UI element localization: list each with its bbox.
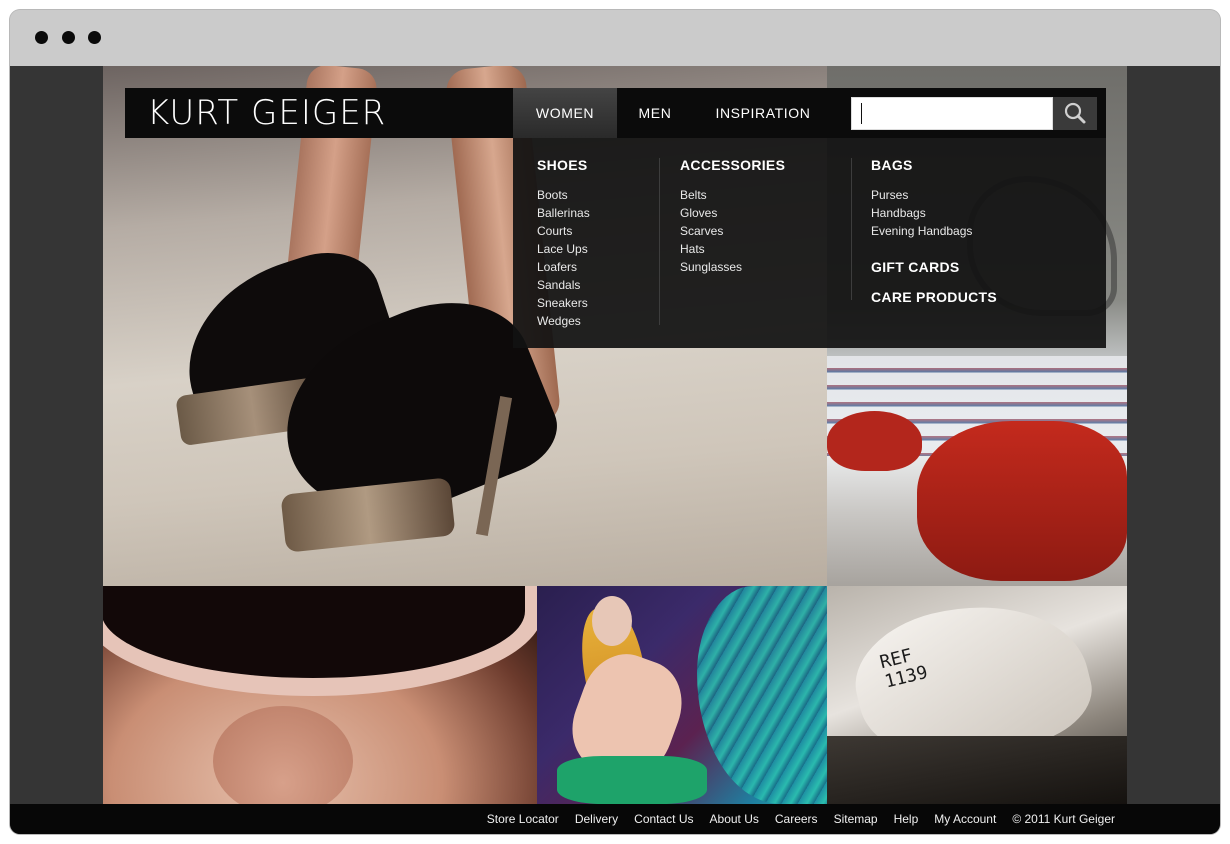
menu-link-gloves[interactable]: Gloves bbox=[680, 204, 850, 222]
menu-heading-accessories[interactable]: ACCESSORIES bbox=[680, 155, 850, 175]
search-input[interactable] bbox=[851, 97, 1053, 130]
menu-heading-shoes[interactable]: SHOES bbox=[537, 155, 657, 175]
menu-column-bags: BAGS Purses Handbags Evening Handbags GI… bbox=[871, 138, 1101, 307]
nav-men[interactable]: MEN bbox=[623, 88, 687, 138]
footer-link-store-locator[interactable]: Store Locator bbox=[487, 812, 559, 826]
footer-copyright: © 2011 Kurt Geiger bbox=[1012, 812, 1115, 826]
nav-inspiration[interactable]: INSPIRATION bbox=[701, 88, 825, 138]
menu-link-gift-cards[interactable]: GIFT CARDS bbox=[871, 257, 1101, 277]
site-footer: Store Locator Delivery Contact Us About … bbox=[10, 804, 1220, 834]
menu-link-handbags[interactable]: Handbags bbox=[871, 204, 1101, 222]
footer-link-delivery[interactable]: Delivery bbox=[575, 812, 618, 826]
green-shoes bbox=[557, 756, 707, 804]
menu-link-sunglasses[interactable]: Sunglasses bbox=[680, 258, 850, 276]
text-caret bbox=[861, 103, 862, 124]
footer-link-sitemap[interactable]: Sitemap bbox=[834, 812, 878, 826]
site-canvas: REF 1139 KURT GEIGER WOMEN MEN INSPIRATI… bbox=[103, 66, 1127, 834]
shoes-links: Boots Ballerinas Courts Lace Ups Loafers… bbox=[537, 186, 657, 330]
main-navigation: WOMEN MEN INSPIRATION bbox=[513, 88, 1106, 138]
shoe-last-workshop-image[interactable]: REF 1139 bbox=[827, 586, 1127, 804]
sunglasses-image[interactable] bbox=[103, 586, 537, 804]
menu-link-sandals[interactable]: Sandals bbox=[537, 276, 657, 294]
tools bbox=[827, 736, 1127, 804]
menu-link-ballerinas[interactable]: Ballerinas bbox=[537, 204, 657, 222]
window-close-dot[interactable] bbox=[35, 31, 48, 44]
menu-link-scarves[interactable]: Scarves bbox=[680, 222, 850, 240]
red-seat-right bbox=[917, 421, 1127, 581]
menu-link-purses[interactable]: Purses bbox=[871, 186, 1101, 204]
footer-link-contact-us[interactable]: Contact Us bbox=[634, 812, 693, 826]
menu-link-lace-ups[interactable]: Lace Ups bbox=[537, 240, 657, 258]
menu-link-boots[interactable]: Boots bbox=[537, 186, 657, 204]
window-maximize-dot[interactable] bbox=[88, 31, 101, 44]
brand-logo[interactable]: KURT GEIGER bbox=[147, 93, 386, 133]
heel-platform-right bbox=[280, 477, 456, 553]
footer-links: Store Locator Delivery Contact Us About … bbox=[471, 804, 1115, 834]
browser-window: REF 1139 KURT GEIGER WOMEN MEN INSPIRATI… bbox=[10, 10, 1220, 834]
menu-heading-bags[interactable]: BAGS bbox=[871, 155, 1101, 175]
footer-link-my-account[interactable]: My Account bbox=[934, 812, 996, 826]
menu-divider bbox=[659, 158, 660, 325]
footer-link-careers[interactable]: Careers bbox=[775, 812, 818, 826]
menu-link-evening-handbags[interactable]: Evening Handbags bbox=[871, 222, 1101, 240]
menu-column-shoes: SHOES Boots Ballerinas Courts Lace Ups L… bbox=[537, 138, 657, 330]
browser-viewport: REF 1139 KURT GEIGER WOMEN MEN INSPIRATI… bbox=[10, 66, 1220, 834]
nav-women[interactable]: WOMEN bbox=[513, 88, 617, 138]
glasses-lens bbox=[103, 586, 537, 696]
feather-plumes bbox=[697, 586, 827, 804]
nose bbox=[213, 706, 353, 804]
bags-links: Purses Handbags Evening Handbags bbox=[871, 186, 1101, 240]
women-mega-menu: SHOES Boots Ballerinas Courts Lace Ups L… bbox=[513, 138, 1106, 348]
footer-link-about-us[interactable]: About Us bbox=[710, 812, 759, 826]
menu-column-accessories: ACCESSORIES Belts Gloves Scarves Hats Su… bbox=[680, 138, 850, 276]
model-face bbox=[592, 596, 632, 646]
menu-divider bbox=[851, 158, 852, 300]
bags-extra-links: GIFT CARDS CARE PRODUCTS bbox=[871, 257, 1101, 307]
menu-link-courts[interactable]: Courts bbox=[537, 222, 657, 240]
footer-link-help[interactable]: Help bbox=[894, 812, 919, 826]
menu-link-care-products[interactable]: CARE PRODUCTS bbox=[871, 287, 1101, 307]
search-button[interactable] bbox=[1053, 97, 1097, 130]
menu-link-wedges[interactable]: Wedges bbox=[537, 312, 657, 330]
menu-link-belts[interactable]: Belts bbox=[680, 186, 850, 204]
search-icon bbox=[1064, 102, 1086, 124]
menu-link-hats[interactable]: Hats bbox=[680, 240, 850, 258]
browser-titlebar bbox=[10, 10, 1220, 66]
accessories-links: Belts Gloves Scarves Hats Sunglasses bbox=[680, 186, 850, 276]
window-minimize-dot[interactable] bbox=[62, 31, 75, 44]
model-image[interactable] bbox=[537, 586, 827, 804]
menu-link-sneakers[interactable]: Sneakers bbox=[537, 294, 657, 312]
logo-bar: KURT GEIGER bbox=[125, 88, 513, 138]
red-seat-left bbox=[827, 411, 922, 471]
menu-link-loafers[interactable]: Loafers bbox=[537, 258, 657, 276]
